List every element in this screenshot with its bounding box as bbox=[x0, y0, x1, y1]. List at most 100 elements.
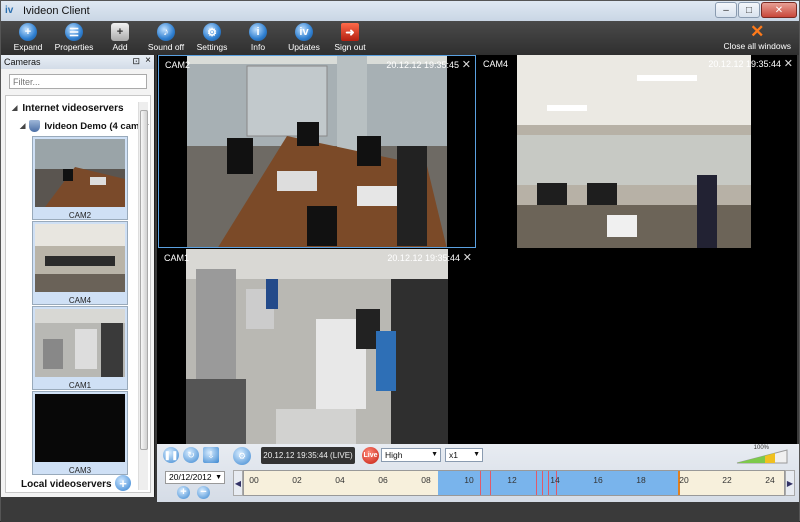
thumb-cam2[interactable]: CAM2 bbox=[32, 136, 128, 220]
live-button[interactable]: Live bbox=[362, 447, 379, 464]
close-all-windows-button[interactable]: ✕ Close all windows bbox=[723, 23, 791, 52]
pin-icon[interactable]: ⊡ bbox=[132, 56, 140, 67]
tree-server-ivideon-demo[interactable]: ◢ Ivideon Demo (4 camer bbox=[6, 118, 150, 134]
view-empty[interactable] bbox=[477, 249, 797, 444]
view-cam1[interactable]: CAM1 20.12.12 19:35:44 ✕ bbox=[158, 249, 476, 444]
export-button[interactable]: ⇩ bbox=[203, 447, 219, 463]
properties-icon: ☰ bbox=[65, 23, 83, 41]
speed-select[interactable]: x1 ▼ bbox=[445, 448, 483, 462]
quality-select[interactable]: High ▼ bbox=[381, 448, 441, 462]
add-button[interactable]: + Add bbox=[101, 21, 139, 52]
cam1-close-icon[interactable]: ✕ bbox=[463, 251, 472, 264]
cam4-close-icon[interactable]: ✕ bbox=[784, 57, 793, 70]
timeline-tick: 02 bbox=[292, 475, 302, 485]
thumb-cam3-caption: CAM3 bbox=[68, 466, 92, 475]
tree-scrollbar-thumb[interactable] bbox=[140, 110, 148, 450]
camera-tree: ◢ Internet videoservers ◢ Ivideon Demo (… bbox=[5, 95, 151, 493]
cameras-panel-header: Cameras ⊡ × bbox=[1, 55, 154, 69]
current-time-text: 20.12.12 19:35:44 (LIVE) bbox=[263, 451, 353, 460]
group-local-label[interactable]: Local videoservers bbox=[21, 479, 112, 490]
cam4-label: CAM4 bbox=[483, 59, 509, 69]
timeline-tick: 04 bbox=[335, 475, 345, 485]
settings-button[interactable]: ⚙ Settings bbox=[193, 21, 231, 52]
zoom-out-button[interactable]: − bbox=[197, 486, 210, 499]
cam2-close-icon[interactable]: ✕ bbox=[462, 58, 471, 71]
main-toolbar: + Expand ☰ Properties + Add ♪ Sound off … bbox=[1, 21, 799, 55]
timeline-next-button[interactable]: ▶ bbox=[785, 470, 795, 496]
volume-slider[interactable]: 100% bbox=[735, 445, 789, 464]
timeline-tick: 20 bbox=[679, 475, 689, 485]
sync-button[interactable]: ⚙ bbox=[233, 447, 251, 465]
date-select[interactable]: 20/12/2012 ▼ bbox=[165, 471, 225, 484]
info-button[interactable]: i Info bbox=[239, 21, 277, 52]
view-cam2[interactable]: CAM2 20.12.12 19:35:45 ✕ bbox=[158, 55, 476, 248]
info-icon: i bbox=[249, 23, 267, 41]
refresh-button[interactable]: ↻ bbox=[183, 447, 199, 463]
timeline-tick: 08 bbox=[421, 475, 431, 485]
panel-close-icon[interactable]: × bbox=[145, 55, 151, 66]
zoom-in-button[interactable]: + bbox=[177, 486, 190, 499]
close-all-label: Close all windows bbox=[723, 41, 791, 51]
video-grid: CAM2 20.12.12 19:35:45 ✕ CAM4 20.12.12 1… bbox=[157, 55, 797, 444]
timeline-prev-button[interactable]: ◀ bbox=[233, 470, 243, 496]
sound-off-button[interactable]: ♪ Sound off bbox=[147, 21, 185, 52]
speed-value: x1 bbox=[449, 450, 458, 460]
thumb-cam4-image bbox=[35, 224, 125, 292]
minimize-button[interactable]: – bbox=[715, 2, 737, 18]
chevron-down-icon: ▼ bbox=[431, 451, 438, 458]
status-bar bbox=[1, 502, 799, 522]
thumb-cam4[interactable]: CAM4 bbox=[32, 221, 128, 305]
tree-group-internet[interactable]: ◢ Internet videoservers bbox=[6, 100, 150, 116]
timeline-tick: 16 bbox=[593, 475, 603, 485]
updates-label: Updates bbox=[288, 42, 320, 52]
sign-out-button[interactable]: ➜ Sign out bbox=[331, 21, 369, 52]
thumb-cam1-caption: CAM1 bbox=[68, 381, 92, 390]
thumb-cam3-image bbox=[35, 394, 125, 462]
view-cam4[interactable]: CAM4 20.12.12 19:35:44 ✕ bbox=[477, 55, 797, 248]
server-collapse-arrow-icon[interactable]: ◢ bbox=[20, 122, 25, 130]
app-window: iv Ivideon Client – □ ✕ + Expand ☰ Prope… bbox=[0, 0, 800, 522]
timeline-tick: 10 bbox=[464, 475, 474, 485]
app-logo-icon: iv bbox=[5, 5, 14, 16]
timeline-tick: 06 bbox=[378, 475, 388, 485]
expand-label: Expand bbox=[13, 42, 43, 52]
cam2-video bbox=[187, 56, 447, 247]
properties-button[interactable]: ☰ Properties bbox=[55, 21, 93, 52]
sign-out-icon: ➜ bbox=[341, 23, 359, 41]
timeline[interactable]: 00 02 04 06 08 10 12 14 16 18 20 22 24 bbox=[243, 470, 785, 496]
thumb-cam2-caption: CAM2 bbox=[68, 211, 92, 220]
title-bar: iv Ivideon Client – □ ✕ bbox=[1, 1, 799, 21]
sound-icon: ♪ bbox=[157, 23, 175, 41]
add-label: Add bbox=[112, 42, 128, 52]
sign-out-label: Sign out bbox=[334, 42, 366, 52]
maximize-button[interactable]: □ bbox=[738, 2, 760, 18]
tree-scrollbar[interactable] bbox=[138, 102, 148, 490]
pause-button[interactable]: ❚❚ bbox=[163, 447, 179, 463]
settings-icon: ⚙ bbox=[203, 23, 221, 41]
server-name-label: Ivideon Demo (4 camer bbox=[44, 120, 149, 132]
thumb-cam1-image bbox=[35, 309, 125, 377]
thumb-cam1[interactable]: CAM1 bbox=[32, 306, 128, 390]
timeline-event-mark bbox=[480, 471, 481, 495]
updates-button[interactable]: iv Updates bbox=[285, 21, 323, 52]
timeline-tick: 18 bbox=[636, 475, 646, 485]
close-button[interactable]: ✕ bbox=[761, 2, 797, 18]
collapse-arrow-icon[interactable]: ◢ bbox=[12, 104, 17, 112]
cam1-label: CAM1 bbox=[164, 253, 190, 263]
add-local-server-button[interactable]: + bbox=[115, 475, 131, 491]
cam1-timestamp: 20.12.12 19:35:44 bbox=[387, 253, 460, 263]
timeline-tick: 24 bbox=[765, 475, 775, 485]
current-time-display: 20.12.12 19:35:44 (LIVE) bbox=[261, 447, 355, 464]
expand-button[interactable]: + Expand bbox=[9, 21, 47, 52]
date-value: 20/12/2012 bbox=[169, 472, 212, 482]
timeline-tick: 12 bbox=[507, 475, 517, 485]
chevron-down-icon: ▼ bbox=[473, 451, 480, 458]
timeline-tick: 14 bbox=[550, 475, 560, 485]
settings-label: Settings bbox=[196, 42, 228, 52]
timeline-event-mark bbox=[542, 471, 543, 495]
add-icon: + bbox=[111, 23, 129, 41]
thumb-cam3[interactable]: CAM3 bbox=[32, 391, 128, 475]
chevron-down-icon: ▼ bbox=[215, 474, 222, 481]
group-internet-label: Internet videoservers bbox=[22, 102, 124, 114]
filter-input[interactable] bbox=[9, 74, 147, 89]
